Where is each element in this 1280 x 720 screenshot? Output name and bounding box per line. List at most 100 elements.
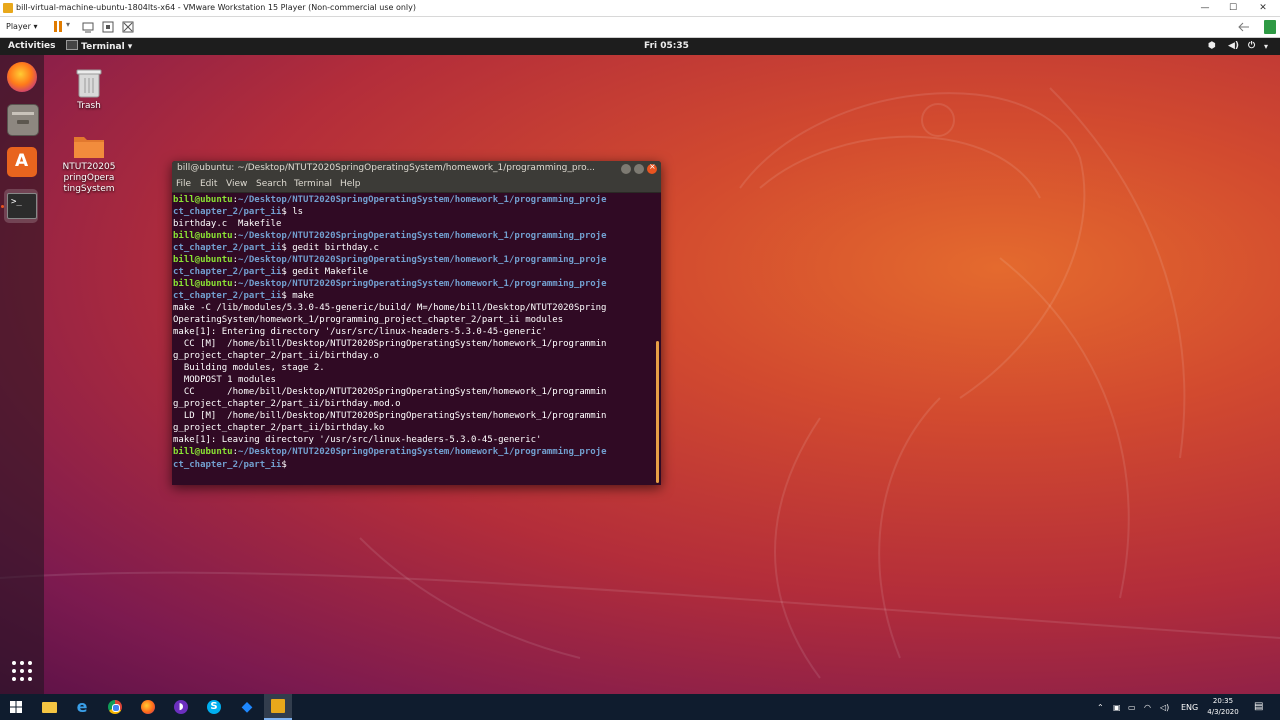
terminal-scrollbar[interactable] [656, 341, 659, 483]
pause-icon [54, 21, 57, 32]
prompt-user: bill@ubuntu [173, 255, 233, 265]
terminal-line: make[1]: Entering directory '/usr/src/li… [173, 327, 547, 337]
file-explorer-icon[interactable] [40, 698, 58, 716]
ubuntu-top-bar: Activities Terminal ▾ Fri 05:35 ⬢ ◀) ⏻ ▾ [0, 38, 1280, 55]
volume-icon[interactable]: ◀) [1228, 40, 1239, 53]
vmware-icon [271, 699, 285, 713]
command-text: ls [292, 207, 304, 217]
chevron-up-icon[interactable]: ⌃ [1097, 703, 1104, 712]
player-menu[interactable]: Player ▾ [6, 20, 37, 34]
folder-label-line: tingSystem [63, 184, 115, 194]
chevron-down-icon[interactable]: ▾ [1264, 40, 1268, 53]
vmware-logo-icon [3, 3, 13, 13]
menu-help[interactable]: Help [340, 179, 361, 189]
running-indicator [1, 205, 4, 208]
chevron-down-icon: ▾ [66, 20, 71, 29]
software-center-icon[interactable]: A [7, 147, 37, 177]
terminal-line: OperatingSystem/homework_1/programming_p… [173, 315, 564, 325]
terminal-line: birthday.c Makefile [173, 219, 282, 229]
minimize-button[interactable]: — [1192, 1, 1218, 15]
close-button[interactable]: ✕ [1250, 1, 1276, 15]
vmware-toolbar: Player ▾ ▾ [0, 17, 1280, 38]
prompt-path: ct_chapter_2/part_ii [173, 243, 282, 253]
terminal-maximize-button[interactable] [634, 164, 644, 174]
menu-view[interactable]: View [226, 179, 247, 189]
network-icon[interactable]: ⬢ [1208, 40, 1216, 53]
menu-file[interactable]: File [176, 179, 191, 189]
desktop-icon-folder[interactable]: NTUT20205 pringOpera tingSystem [59, 133, 119, 195]
terminal-line: ct_chapter_2/part_ii$ gedit Makefile [173, 267, 369, 277]
language-indicator[interactable]: ENG [1181, 703, 1198, 712]
terminal-app-menu[interactable]: Terminal ▾ [66, 40, 132, 54]
prompt-user: bill@ubuntu [173, 447, 233, 457]
terminal-output[interactable]: bill@ubuntu:~/Desktop/NTUT2020SpringOper… [172, 193, 655, 486]
battery-icon[interactable]: ▭ [1128, 703, 1136, 712]
terminal-titlebar[interactable]: bill@ubuntu: ~/Desktop/NTUT2020SpringOpe… [172, 161, 661, 177]
terminal-close-button[interactable]: × [647, 162, 657, 174]
desktop-icon-trash[interactable]: Trash [59, 68, 119, 111]
back-icon[interactable] [1238, 22, 1250, 32]
show-applications-icon[interactable] [11, 660, 33, 682]
terminal-line: CC /home/bill/Desktop/NTUT2020SpringOper… [173, 387, 607, 397]
send-ctrl-alt-del-icon[interactable] [82, 21, 94, 33]
dropbox-icon[interactable]: ◆ [238, 698, 256, 716]
player-menu-label: Player [6, 22, 31, 31]
terminal-line: CC [M] /home/bill/Desktop/NTUT2020Spring… [173, 339, 607, 349]
prompt-path: ~/Desktop/NTUT2020SpringOperatingSystem/… [238, 255, 607, 265]
terminal-line: g_project_chapter_2/part_ii/birthday.mod… [173, 399, 401, 409]
firefox-icon[interactable] [7, 62, 37, 92]
dock: A >_ [0, 55, 44, 694]
terminal-line: make[1]: Leaving directory '/usr/src/lin… [173, 435, 542, 445]
terminal-line: ct_chapter_2/part_ii$ [173, 460, 293, 470]
terminal-minimize-button[interactable] [621, 164, 631, 174]
vmware-taskbar-item[interactable] [264, 694, 292, 720]
terminal-line: g_project_chapter_2/part_ii/birthday.ko [173, 423, 385, 433]
prompt-path: ct_chapter_2/part_ii [173, 207, 282, 217]
visual-studio-icon[interactable]: ◗ [172, 698, 190, 716]
unity-mode-icon[interactable] [122, 21, 134, 33]
prompt-path: ~/Desktop/NTUT2020SpringOperatingSystem/… [238, 447, 607, 457]
wifi-icon[interactable]: ◠ [1144, 703, 1151, 712]
trash-icon [76, 69, 102, 98]
terminal-line: ct_chapter_2/part_ii$ gedit birthday.c [173, 243, 379, 253]
vmware-app-icon[interactable] [1264, 20, 1276, 34]
volume-icon[interactable]: ◁) [1160, 703, 1169, 712]
windows-start-icon[interactable] [10, 701, 22, 713]
system-clock[interactable]: 20:35 4/3/2020 [1204, 696, 1242, 718]
activities-button[interactable]: Activities [8, 40, 56, 53]
menu-search[interactable]: Search [256, 179, 287, 189]
firefox-taskbar-icon[interactable] [139, 698, 157, 716]
terminal-line: make -C /lib/modules/5.3.0-45-generic/bu… [173, 303, 607, 313]
skype-icon[interactable]: S [205, 698, 223, 716]
app-menu-label: Terminal [81, 42, 125, 52]
maximize-button[interactable]: ☐ [1220, 1, 1246, 15]
fit-guest-icon[interactable] [102, 21, 114, 33]
edge-icon[interactable]: e [73, 698, 91, 716]
pause-button[interactable]: ▾ [52, 17, 74, 37]
prompt-user: bill@ubuntu [173, 195, 233, 205]
terminal-window[interactable]: bill@ubuntu: ~/Desktop/NTUT2020SpringOpe… [172, 161, 661, 485]
folder-icon [74, 137, 104, 158]
prompt-path: ct_chapter_2/part_ii [173, 460, 282, 470]
command-text: make [292, 291, 314, 301]
close-icon: × [649, 162, 656, 171]
terminal-icon: >_ [7, 193, 37, 219]
notification-icon[interactable]: ▤ [1254, 701, 1263, 712]
terminal-line: bill@ubuntu:~/Desktop/NTUT2020SpringOper… [173, 255, 607, 265]
windows-taskbar: e ◗ S ◆ ⌃ ▣ ▭ ◠ ◁) ENG 20:35 4/3/2020 ▤ [0, 694, 1280, 720]
terminal-menubar: File Edit View Search Terminal Help [172, 177, 661, 193]
files-icon[interactable] [7, 104, 39, 136]
folder-label-line: pringOpera [63, 173, 115, 183]
menu-terminal[interactable]: Terminal [294, 179, 332, 189]
menu-edit[interactable]: Edit [200, 179, 217, 189]
clock[interactable]: Fri 05:35 [644, 40, 689, 53]
prompt-path: ct_chapter_2/part_ii [173, 291, 282, 301]
tray-app-icon[interactable]: ▣ [1113, 703, 1121, 712]
prompt-user: bill@ubuntu [173, 231, 233, 241]
chrome-icon[interactable] [106, 698, 124, 716]
terminal-dock-item[interactable]: >_ [4, 189, 38, 223]
terminal-line: Building modules, stage 2. [173, 363, 325, 373]
command-text: gedit Makefile [292, 267, 369, 277]
vmware-titlebar: bill-virtual-machine-ubuntu-1804lts-x64 … [0, 0, 1280, 17]
power-icon[interactable]: ⏻ [1248, 40, 1255, 53]
